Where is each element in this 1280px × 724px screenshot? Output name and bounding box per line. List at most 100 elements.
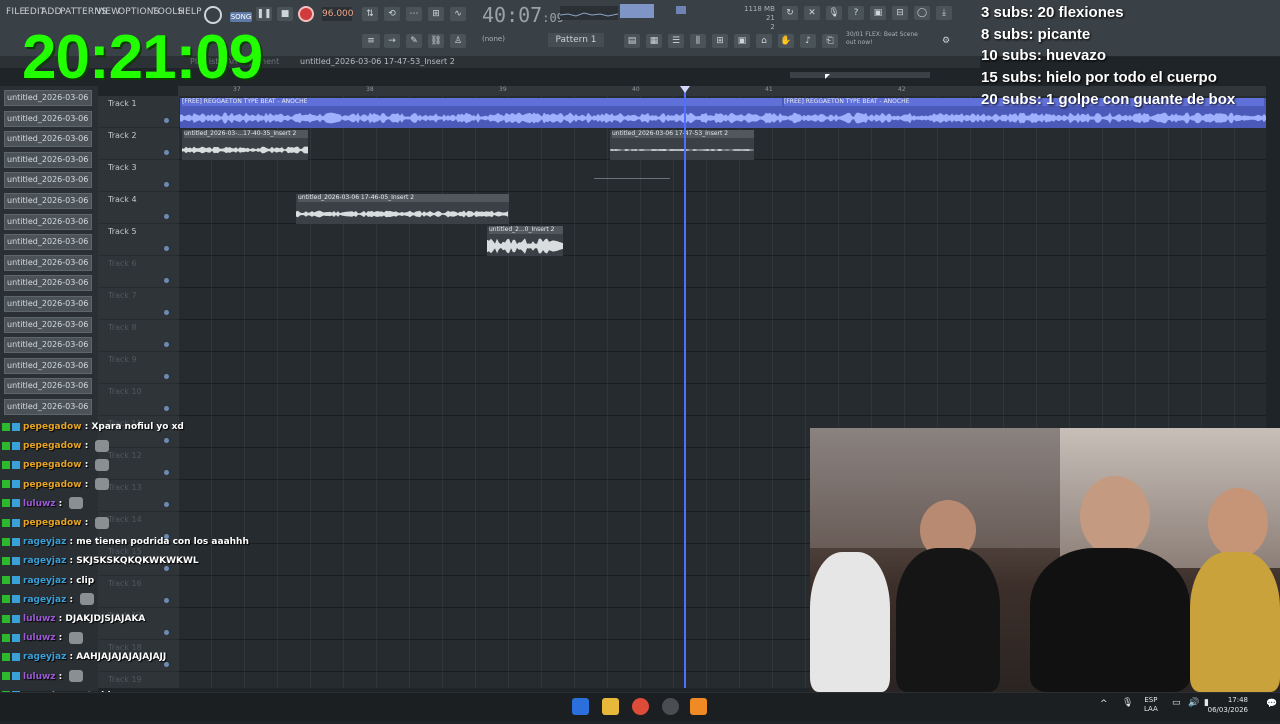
clip-vocal-2[interactable]: untitled_2026-03-06 17-47-53_Insert 2 xyxy=(610,130,754,160)
track-header[interactable]: Track 3 xyxy=(98,160,178,192)
blend-icon[interactable]: ∿ xyxy=(450,7,466,21)
browser-item[interactable]: untitled_2026-03-06 17-... xyxy=(4,234,92,251)
arrow-right-icon[interactable]: → xyxy=(384,34,400,48)
channel-selector[interactable]: (none) xyxy=(482,35,505,43)
track-enable-icon[interactable] xyxy=(164,214,169,219)
clip-vocal-4[interactable]: untitled_2...0_Insert 2 xyxy=(487,226,563,256)
menu-help[interactable]: HELP xyxy=(178,7,202,17)
countdown-icon[interactable]: ⊞ xyxy=(428,7,444,21)
track-enable-icon[interactable] xyxy=(164,182,169,187)
record-button[interactable] xyxy=(298,6,314,22)
track-enable-icon[interactable] xyxy=(164,310,169,315)
chrome-icon[interactable] xyxy=(632,698,649,715)
track-enable-icon[interactable] xyxy=(164,342,169,347)
tempo-display[interactable]: 96.000 xyxy=(322,7,354,21)
chat-username[interactable]: rageyjaz xyxy=(23,556,66,566)
fl-studio-icon[interactable] xyxy=(690,698,707,715)
menu-file[interactable]: FILE xyxy=(6,7,25,17)
microphone-tray-icon[interactable]: 🎙 xyxy=(1122,698,1133,708)
chat-username[interactable]: rageyjaz xyxy=(23,595,66,605)
playhead[interactable] xyxy=(684,86,686,688)
browser-item[interactable]: untitled_2026-03-06 17-... xyxy=(4,131,92,148)
mixer-faders-icon[interactable]: ⫼ xyxy=(690,34,706,48)
render-icon[interactable]: ♪ xyxy=(800,34,816,48)
chat-username[interactable]: pepegadow xyxy=(23,518,82,528)
save-icon[interactable]: ▣ xyxy=(870,6,886,20)
pencil-icon[interactable]: ✎ xyxy=(406,34,422,48)
snap-icon[interactable]: ⇅ xyxy=(362,7,378,21)
chat-icon[interactable]: ◯ xyxy=(914,6,930,20)
track-enable-icon[interactable] xyxy=(164,278,169,283)
menu-add[interactable]: ADD xyxy=(41,7,62,17)
microphone-icon[interactable]: 🎙 xyxy=(826,6,842,20)
chat-username[interactable]: pepegadow xyxy=(23,480,82,490)
track-header[interactable]: Track 1 xyxy=(98,96,178,128)
track-enable-icon[interactable] xyxy=(164,150,169,155)
menu-view[interactable]: VIEW xyxy=(96,7,120,17)
piano-roll-icon[interactable]: ▤ xyxy=(624,34,640,48)
clip-vocal-3[interactable]: untitled_2026-03-06 17-46-05_Insert 2 xyxy=(296,194,509,224)
touch-icon[interactable]: ✋ xyxy=(778,34,794,48)
playhead-marker[interactable] xyxy=(680,86,690,93)
browser-item[interactable]: untitled_2026-03-06 17-... xyxy=(4,193,92,209)
plugin-picker-icon[interactable]: ⌂ xyxy=(756,34,772,48)
settings-icon[interactable]: ⚙ xyxy=(938,34,954,48)
project-icon[interactable]: ⎗ xyxy=(822,34,838,48)
track-header[interactable]: Track 5 xyxy=(98,224,178,256)
browser-item[interactable]: untitled_2026-03-06 17-... xyxy=(4,151,92,168)
obs-icon[interactable] xyxy=(662,698,679,715)
file-explorer-icon[interactable] xyxy=(602,698,619,715)
help-icon[interactable]: ? xyxy=(848,6,864,20)
horizontal-scrollbar[interactable] xyxy=(790,72,930,78)
chat-username[interactable]: luluwz xyxy=(23,614,56,624)
news-panel[interactable]: 30/01 FLEX: Beat Scene out now! xyxy=(846,31,918,47)
chat-username[interactable]: luluwz xyxy=(23,672,56,682)
browser-icon[interactable]: ⊞ xyxy=(712,34,728,48)
browser-item[interactable]: untitled_2026-03-06 17-... xyxy=(4,172,92,189)
browser-item[interactable]: untitled_2026-03-06 17-... xyxy=(4,337,92,354)
link-icon[interactable]: ⛓ xyxy=(428,34,444,48)
loop-icon[interactable]: ⟲ xyxy=(384,7,400,21)
track-header[interactable]: Track 8 xyxy=(98,320,178,352)
language-indicator[interactable]: ESP LAA xyxy=(1144,696,1158,714)
chat-username[interactable]: luluwz xyxy=(23,633,56,643)
chat-username[interactable]: rageyjaz xyxy=(23,652,66,662)
volume-icon[interactable]: 🔊 xyxy=(1188,698,1199,708)
browser-item[interactable]: untitled_2026-03-06 17-... xyxy=(4,399,92,415)
track-enable-icon[interactable] xyxy=(164,246,169,251)
download-icon[interactable]: ⤓ xyxy=(936,6,952,20)
browser-item[interactable]: untitled_2026-03-06 17-... xyxy=(4,357,92,374)
mixer-icon[interactable]: ⊟ xyxy=(892,6,908,20)
chevron-up-icon[interactable]: ^ xyxy=(1100,699,1108,709)
chat-username[interactable]: rageyjaz xyxy=(23,576,66,586)
network-icon[interactable]: ▭ xyxy=(1172,698,1181,708)
chat-username[interactable]: pepegadow xyxy=(23,422,82,432)
step-sequencer-icon[interactable]: ▦ xyxy=(646,34,662,48)
browser-item[interactable]: untitled_2026-03-06 17-... xyxy=(4,296,92,312)
track-header[interactable]: Track 10 xyxy=(98,384,178,416)
track-header[interactable]: Track 4 xyxy=(98,192,178,224)
pattern-selector[interactable]: Pattern 1 xyxy=(548,33,604,47)
tools-icon[interactable]: ✕ xyxy=(804,6,820,20)
track-header[interactable]: Track 2 xyxy=(98,128,178,160)
chat-username[interactable]: rageyjaz xyxy=(23,537,66,547)
browser-item[interactable]: untitled_2026-03-06 17-... xyxy=(4,254,92,271)
track-enable-icon[interactable] xyxy=(164,118,169,123)
browser-item[interactable]: untitled_2026-03-06 17-... xyxy=(4,213,92,230)
browser-item[interactable]: untitled_2026-03-06 17-... xyxy=(4,110,92,127)
plugin-icon[interactable]: ▣ xyxy=(734,34,750,48)
chat-username[interactable]: pepegadow xyxy=(23,460,82,470)
system-clock[interactable]: 17:48 06/03/2026 xyxy=(1208,695,1248,715)
track-enable-icon[interactable] xyxy=(164,406,169,411)
browser-item[interactable]: untitled_2026-03-06 17-... xyxy=(4,378,92,395)
track-enable-icon[interactable] xyxy=(164,374,169,379)
stop-icon[interactable]: ■ xyxy=(277,7,293,21)
chat-username[interactable]: pepegadow xyxy=(23,441,82,451)
windows-start-icon[interactable] xyxy=(572,698,589,715)
track-header[interactable]: Track 9 xyxy=(98,352,178,384)
track-header[interactable]: Track 7 xyxy=(98,288,178,320)
step-icon[interactable]: ⋯ xyxy=(406,7,422,21)
channel-rack-icon[interactable]: ☰ xyxy=(668,34,684,48)
browser-item[interactable]: untitled_2026-03-06 17-... xyxy=(4,275,92,292)
track-header[interactable]: Track 6 xyxy=(98,256,178,288)
